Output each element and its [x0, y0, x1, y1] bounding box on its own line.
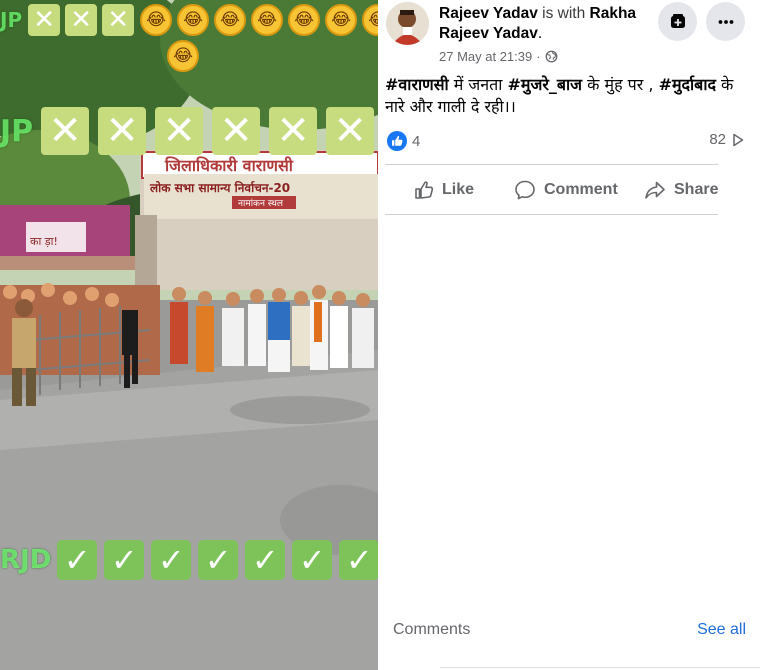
post-panel: Rajeev Yadav is with Rakha Rajeev Yadav.…: [378, 0, 760, 670]
laugh-emoji-icon: 😂: [251, 4, 284, 36]
video-frame[interactable]: जिलाधिकारी वाराणसी लोक सभा सामान्य निर्व…: [0, 0, 378, 670]
separator-dot: ·: [536, 49, 541, 64]
reaction-count: 4: [412, 132, 421, 150]
check-mark-icon: ✓: [57, 540, 98, 580]
jp-tag-top: JP: [0, 8, 23, 32]
play-icon: [733, 133, 744, 146]
comment-label: Comment: [544, 181, 618, 198]
view-count: 82: [709, 131, 744, 148]
globe-icon: [545, 50, 558, 63]
reaction-summary[interactable]: 4: [387, 131, 420, 151]
share-label: Share: [674, 181, 719, 198]
top-cross-group: ✕ ✕ ✕: [28, 4, 135, 36]
comment-button[interactable]: Comment: [514, 172, 618, 208]
avatar[interactable]: [386, 2, 429, 45]
like-label: Like: [442, 181, 475, 198]
more-options-button[interactable]: [706, 2, 745, 41]
cross-mark-icon: ✕: [28, 4, 61, 36]
view-count-value: 82: [709, 131, 726, 148]
middle-overlay-row: JP ✕ ✕ ✕ ✕ ✕ ✕: [0, 107, 375, 155]
rjd-tag: RJD: [0, 545, 52, 575]
cross-mark-icon: ✕: [65, 4, 98, 36]
comment-input-edge: [440, 667, 760, 668]
avatar-image: [386, 2, 429, 45]
hashtag-link[interactable]: #मुजरे_बाज: [508, 75, 583, 94]
laugh-emoji-icon: 😂: [177, 4, 210, 36]
cross-mark-icon: ✕: [41, 107, 90, 155]
share-button[interactable]: Share: [644, 172, 718, 208]
check-mark-icon: ✓: [245, 540, 286, 580]
divider-top: [385, 164, 718, 165]
check-mark-icon: ✓: [151, 540, 192, 580]
like-button[interactable]: Like: [414, 172, 474, 208]
comment-icon: [515, 180, 535, 200]
laugh-emoji-icon: 😂: [214, 4, 247, 36]
save-post-button[interactable]: [658, 2, 697, 41]
hashtag-link[interactable]: #वाराणसी: [385, 75, 449, 94]
cross-mark-icon: ✕: [102, 4, 135, 36]
cross-mark-icon: ✕: [212, 107, 261, 155]
cross-mark-icon: ✕: [98, 107, 147, 155]
post-author-line: Rajeev Yadav is with Rakha Rajeev Yadav.: [439, 4, 649, 44]
laugh-emoji-icon: 😂: [325, 4, 358, 36]
author-name-link[interactable]: Rajeev Yadav: [439, 5, 538, 22]
check-mark-icon: ✓: [292, 540, 333, 580]
post-meta: 27 May at 21:39 ·: [439, 49, 558, 64]
laugh-emoji-icon: 😂: [362, 4, 378, 36]
laugh-emoji-icon: 😂: [167, 40, 199, 72]
top-overlay-row: JP ✕✕✕ 😂😂😂😂😂😂😂: [0, 4, 378, 36]
with-text: is with: [542, 5, 586, 22]
post-timestamp-link[interactable]: 27 May at 21:39: [439, 49, 532, 64]
cross-mark-icon: ✕: [269, 107, 318, 155]
bottom-overlay-row: RJD ✓ ✓ ✓ ✓ ✓ ✓ ✓: [0, 540, 378, 580]
check-mark-icon: ✓: [198, 540, 239, 580]
thumbs-up-icon: [415, 181, 434, 199]
post-text-segment: के मुंह पर ,: [582, 75, 659, 94]
check-mark-group: ✓ ✓ ✓ ✓ ✓ ✓ ✓: [57, 540, 378, 580]
tagged-suffix: .: [537, 25, 543, 42]
banner-small-text: नामांकन स्थल: [238, 198, 284, 209]
post-text: #वाराणसी में जनता #मुजरे_बाज के मुंह पर …: [385, 74, 753, 118]
divider-bottom: [385, 214, 718, 215]
banner-title: जिलाधिकारी वाराणसी: [164, 156, 294, 175]
banner-subtitle: लोक सभा सामान्य निर्वाचन-20: [149, 181, 290, 195]
cross-mark-icon: ✕: [326, 107, 375, 155]
laugh-emoji-extra-row: 😂: [167, 40, 204, 72]
bookmark-add-icon: [670, 13, 685, 28]
like-reaction-icon: [387, 131, 407, 151]
comments-heading: Comments: [393, 621, 471, 638]
hashtag-link[interactable]: #मुर्दाबाद: [659, 75, 716, 94]
more-icon: [718, 19, 733, 24]
check-mark-icon: ✓: [339, 540, 378, 580]
post-text-segment: में जनता: [448, 75, 508, 94]
laugh-emoji-icon: 😂: [140, 4, 173, 36]
share-icon: [645, 181, 665, 199]
check-mark-icon: ✓: [104, 540, 145, 580]
cross-mark-icon: ✕: [155, 107, 204, 155]
laugh-emoji-icon: 😂: [288, 4, 321, 36]
laugh-emoji-group: 😂😂😂😂😂😂😂: [140, 4, 378, 36]
jp-tag-middle: JP: [0, 113, 34, 149]
side-sign-text: का ड़ा!: [30, 235, 58, 248]
middle-cross-group: ✕ ✕ ✕ ✕ ✕ ✕: [41, 107, 375, 155]
see-all-comments-link[interactable]: See all: [697, 621, 746, 639]
